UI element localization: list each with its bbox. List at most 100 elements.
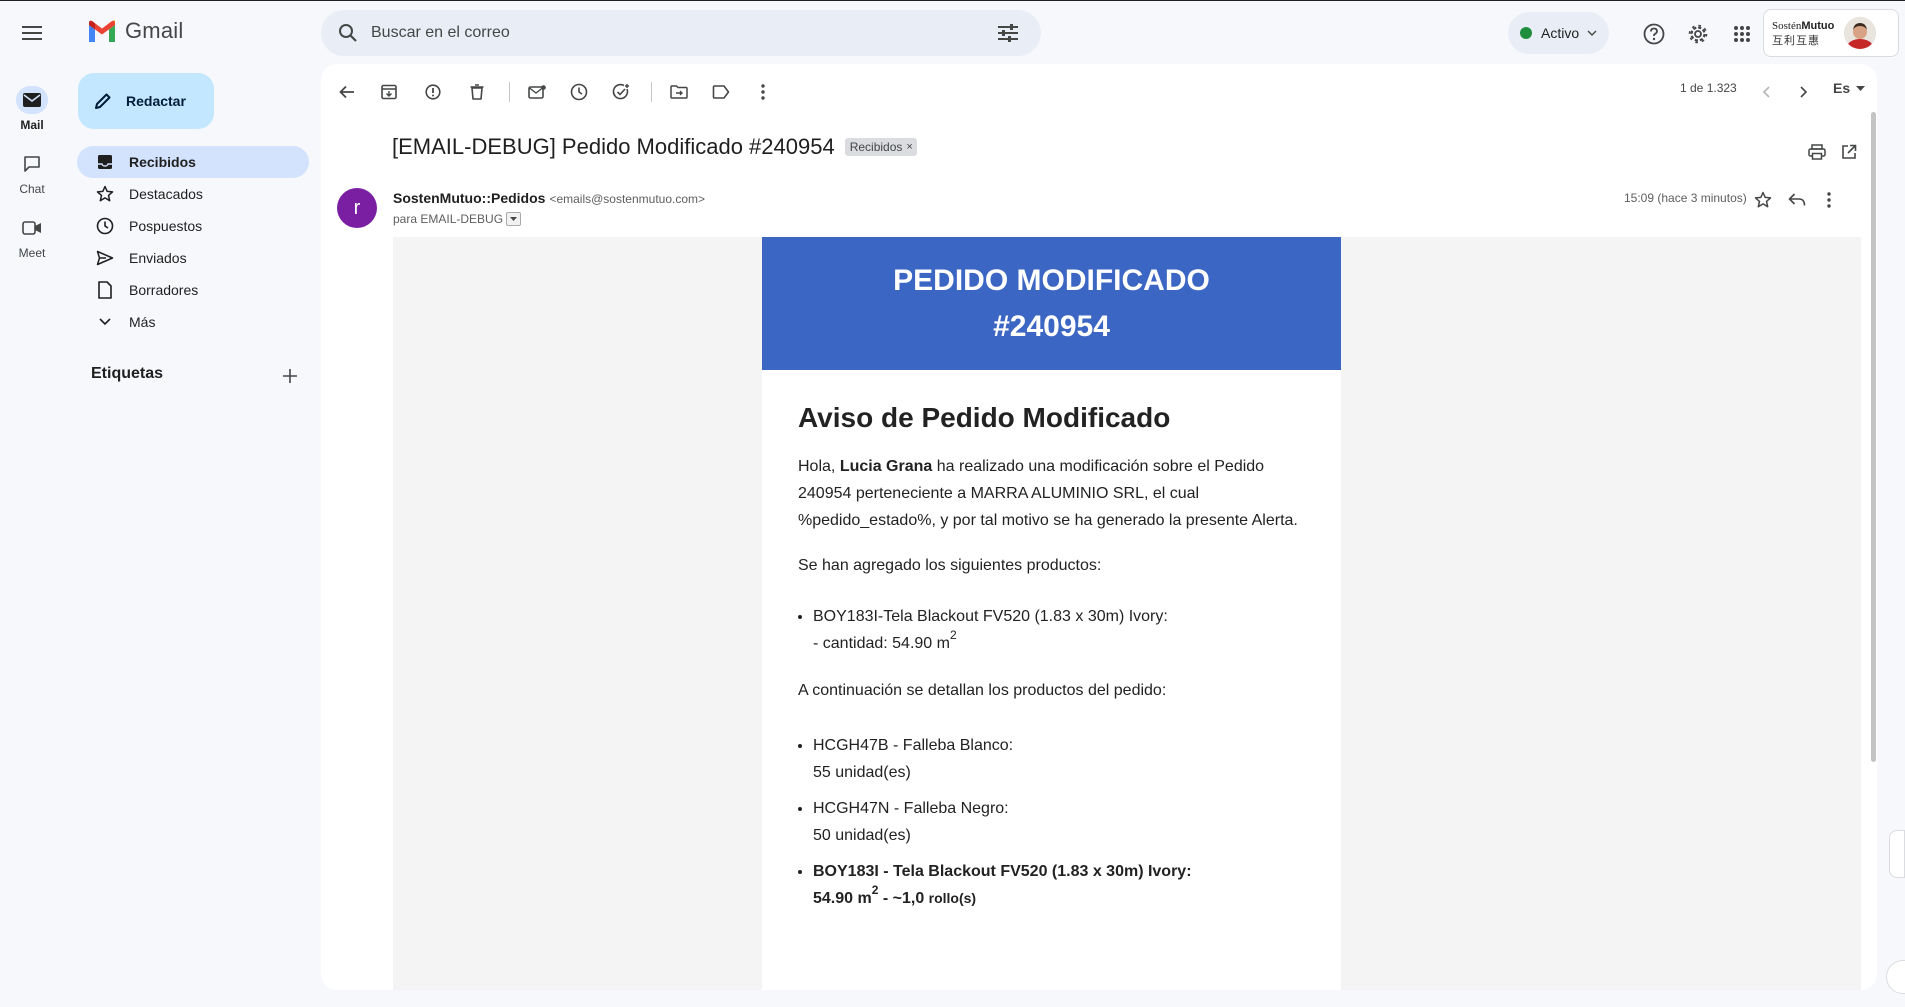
print-all-button[interactable] (1801, 136, 1833, 168)
rail-item-label: Chat (19, 182, 45, 196)
pagination-label: 1 de 1.323 (1680, 81, 1737, 95)
email-banner: PEDIDO MODIFICADO #240954 (762, 237, 1341, 370)
video-icon (16, 214, 48, 242)
input-tools-button[interactable]: Es (1833, 80, 1866, 96)
chevron-left-icon (1762, 86, 1770, 98)
sender-avatar[interactable]: r (337, 188, 377, 228)
scrollbar[interactable] (1871, 112, 1876, 762)
report-icon (425, 84, 441, 100)
list-item: BOY183I-Tela Blackout FV520 (1.83 x 30m)… (813, 603, 1305, 657)
pencil-icon (95, 93, 111, 109)
task-add-icon (612, 83, 629, 100)
reply-button[interactable] (1779, 182, 1815, 218)
rail-item-chat[interactable]: Chat (0, 150, 64, 196)
search-input[interactable] (371, 24, 985, 42)
more-vertical-icon (1827, 192, 1831, 208)
compose-button[interactable]: Redactar (78, 73, 214, 129)
nav-item-more[interactable]: Más (77, 306, 309, 338)
status-label: Activo (1541, 25, 1580, 41)
mark-unread-icon (528, 85, 546, 99)
search-icon[interactable] (325, 10, 371, 56)
remove-label-icon[interactable]: × (906, 141, 912, 153)
message-time: 15:09 (hace 3 minutos) (1624, 191, 1747, 205)
trash-icon (470, 84, 484, 100)
help-icon (1643, 23, 1665, 45)
added-products-list: BOY183I-Tela Blackout FV520 (1.83 x 30m)… (813, 603, 1305, 657)
report-spam-button[interactable] (415, 74, 451, 110)
mark-unread-button[interactable] (519, 74, 555, 110)
snooze-button[interactable] (561, 74, 597, 110)
search-options-icon[interactable] (985, 10, 1031, 56)
older-button[interactable] (1786, 74, 1822, 110)
sender-info: SostenMutuo::Pedidos <emails@sostenmutuo… (393, 190, 705, 206)
order-products-list: HCGH47B - Falleba Blanco: 55 unidad(es) … (813, 732, 1305, 912)
chevron-right-icon (1800, 86, 1808, 98)
status-selector[interactable]: Activo (1508, 12, 1610, 54)
search-bar[interactable] (321, 10, 1041, 56)
caret-down-icon (1856, 85, 1866, 91)
external-link-icon (1842, 144, 1857, 159)
status-dot (1520, 27, 1532, 39)
gmail-logo[interactable]: Gmail (87, 18, 183, 44)
star-icon (95, 184, 115, 204)
recipient-info: para EMAIL-DEBUG (393, 212, 522, 226)
chat-icon (16, 150, 48, 178)
archive-button[interactable] (371, 74, 407, 110)
move-to-button[interactable] (661, 74, 697, 110)
labels-heading: Etiquetas (91, 365, 164, 382)
organization-logo: SosténMutuo 互利互惠 (1772, 19, 1835, 47)
message-more-button[interactable] (1811, 182, 1847, 218)
account-switcher[interactable]: SosténMutuo 互利互惠 (1763, 9, 1899, 57)
hamburger-icon (22, 26, 42, 40)
mail-folders: Recibidos Destacados Pospuestos Enviados… (77, 146, 309, 338)
add-to-tasks-button[interactable] (603, 74, 639, 110)
window-top-border (0, 0, 1905, 1)
rail-item-mail[interactable]: Mail (0, 86, 64, 132)
mail-icon (16, 86, 48, 114)
newer-button[interactable] (1748, 74, 1784, 110)
apps-button[interactable] (1722, 14, 1762, 54)
rail-item-meet[interactable]: Meet (0, 214, 64, 260)
send-icon (95, 248, 115, 268)
toolbar-divider (509, 82, 510, 102)
archive-icon (381, 84, 397, 100)
side-panel-toggle[interactable] (1886, 960, 1905, 994)
show-details-button[interactable] (506, 212, 522, 226)
message-panel: 1 de 1.323 Es [EMAIL-DEBUG] Pedido Modif… (321, 64, 1877, 990)
add-label-button[interactable] (278, 364, 302, 388)
labels-button[interactable] (703, 74, 739, 110)
added-products-title: Se han agregado los siguientes productos… (798, 557, 1102, 574)
help-button[interactable] (1634, 14, 1674, 54)
star-button[interactable] (1745, 182, 1781, 218)
nav-item-inbox[interactable]: Recibidos (77, 146, 309, 178)
sender-name[interactable]: SostenMutuo::Pedidos (393, 190, 545, 206)
side-panel-handle[interactable] (1889, 830, 1905, 878)
more-vertical-icon (761, 84, 765, 100)
nav-item-sent[interactable]: Enviados (77, 242, 309, 274)
order-products-title: A continuación se detallan los productos… (798, 682, 1167, 699)
main-menu-button[interactable] (10, 13, 54, 53)
compose-label: Redactar (126, 93, 186, 109)
list-item: BOY183I - Tela Blackout FV520 (1.83 x 30… (813, 858, 1305, 912)
rail-item-label: Mail (20, 118, 44, 132)
clock-icon (570, 83, 588, 101)
more-actions-button[interactable] (745, 74, 781, 110)
rail-item-label: Meet (18, 246, 46, 260)
nav-item-starred[interactable]: Destacados (77, 178, 309, 210)
app-rail: Mail Chat Meet (0, 0, 64, 1007)
open-in-new-window-button[interactable] (1833, 136, 1865, 168)
label-chip-inbox[interactable]: Recibidos × (844, 138, 917, 156)
settings-button[interactable] (1678, 14, 1718, 54)
gear-icon (1688, 24, 1708, 44)
draft-icon (95, 280, 115, 300)
list-item: HCGH47B - Falleba Blanco: 55 unidad(es) (813, 732, 1305, 786)
sender-email: <emails@sostenmutuo.com> (549, 192, 706, 206)
back-button[interactable] (329, 74, 365, 110)
inbox-icon (95, 152, 115, 172)
email-card: PEDIDO MODIFICADO #240954 Aviso de Pedid… (762, 237, 1341, 990)
reply-icon (1788, 193, 1806, 206)
apps-grid-icon (1734, 26, 1750, 42)
nav-item-snoozed[interactable]: Pospuestos (77, 210, 309, 242)
nav-item-drafts[interactable]: Borradores (77, 274, 309, 306)
delete-button[interactable] (459, 74, 495, 110)
